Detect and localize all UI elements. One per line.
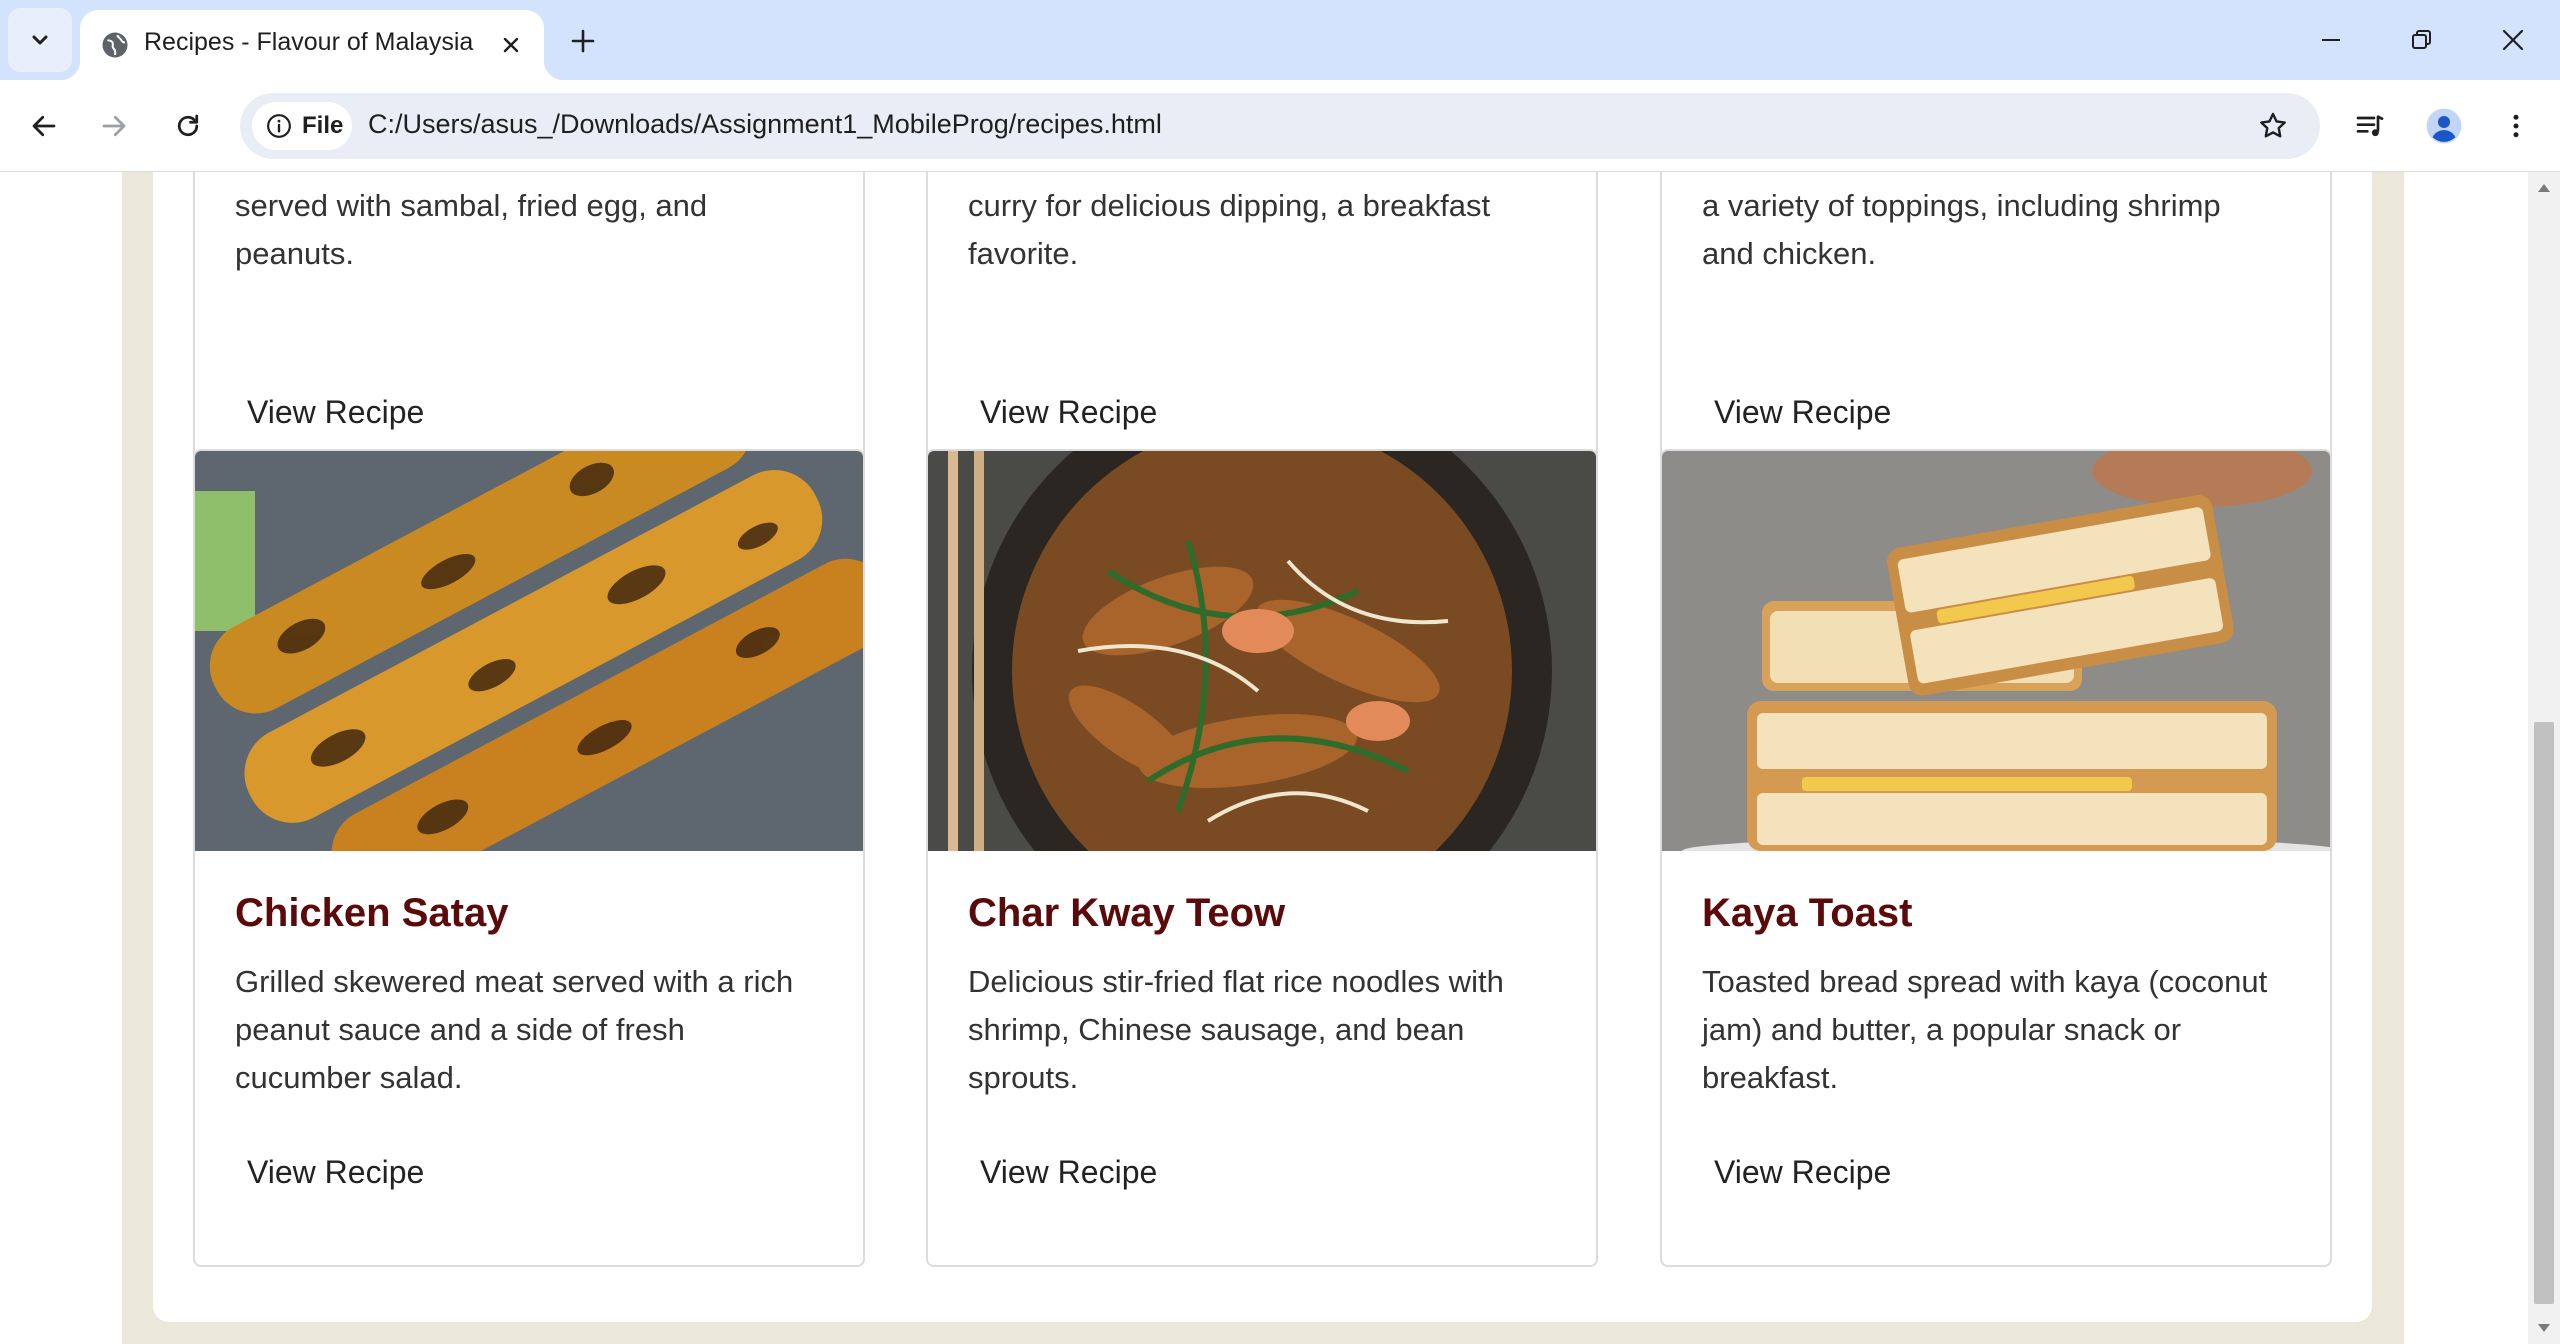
recipe-title: Kaya Toast bbox=[1702, 891, 1913, 935]
recipe-description: a variety of toppings, including shrimp … bbox=[1702, 188, 2221, 271]
back-arrow-icon bbox=[32, 115, 56, 137]
vertical-scrollbar[interactable] bbox=[2528, 172, 2560, 1344]
back-button[interactable] bbox=[18, 100, 70, 152]
active-tab[interactable]: Recipes - Flavour of Malaysia bbox=[60, 10, 564, 80]
recipe-description: curry for delicious dipping, a breakfast… bbox=[968, 188, 1491, 271]
recipe-card-char-kway-teow: Char Kway Teow Delicious stir-fried flat… bbox=[926, 449, 1598, 1267]
triangle-up-icon bbox=[2538, 184, 2550, 192]
page-viewport: served with sambal, fried egg, and peanu… bbox=[0, 172, 2528, 1344]
recipe-description: Delicious stir-fried flat rice noodles w… bbox=[968, 964, 1504, 1095]
forward-arrow-icon bbox=[102, 115, 126, 137]
view-recipe-button[interactable]: View Recipe bbox=[1688, 1144, 1917, 1201]
recipe-description: Toasted bread spread with kaya (coconut … bbox=[1702, 964, 2268, 1095]
char-kway-teow-photo bbox=[928, 451, 1596, 851]
scroll-down-arrow[interactable] bbox=[2536, 1320, 2552, 1336]
address-bar[interactable]: File C:/Users/asus_/Downloads/Assignment… bbox=[240, 93, 2320, 159]
tab-close-button[interactable] bbox=[492, 26, 530, 64]
globe-icon bbox=[102, 32, 128, 58]
tab-title: Recipes - Flavour of Malaysia bbox=[144, 28, 474, 56]
media-controls-button[interactable] bbox=[2344, 100, 2396, 152]
card-body: Kaya Toast Toasted bread spread with kay… bbox=[1702, 851, 2290, 1102]
reload-button[interactable] bbox=[162, 100, 214, 152]
star-icon bbox=[2260, 112, 2286, 138]
chicken-satay-photo bbox=[195, 451, 863, 851]
scroll-up-arrow[interactable] bbox=[2536, 180, 2552, 196]
playlist-music-icon bbox=[2356, 115, 2384, 137]
browser-toolbar: File C:/Users/asus_/Downloads/Assignment… bbox=[0, 80, 2560, 172]
view-recipe-button[interactable]: View Recipe bbox=[1688, 384, 1917, 441]
recipe-description: Grilled skewered meat served with a rich… bbox=[235, 964, 794, 1095]
kebab-menu-icon bbox=[2513, 114, 2519, 138]
minimize-icon bbox=[2322, 39, 2340, 41]
close-icon bbox=[503, 37, 519, 53]
triangle-down-icon bbox=[2538, 1324, 2550, 1332]
kaya-toast-photo bbox=[1662, 451, 2330, 851]
restore-button[interactable] bbox=[2386, 10, 2456, 70]
recipe-description: served with sambal, fried egg, and peanu… bbox=[235, 188, 708, 271]
recipe-card-chicken-satay: Chicken Satay Grilled skewered meat serv… bbox=[193, 449, 865, 1267]
recipe-title: Char Kway Teow bbox=[968, 891, 1286, 935]
profile-button[interactable] bbox=[2418, 100, 2470, 152]
forward-button[interactable] bbox=[88, 100, 140, 152]
recipe-title: Chicken Satay bbox=[235, 891, 509, 935]
menu-button[interactable] bbox=[2490, 100, 2542, 152]
info-icon bbox=[267, 114, 291, 138]
reload-icon bbox=[177, 114, 199, 137]
chevron-down-icon bbox=[32, 35, 48, 45]
url-text[interactable]: C:/Users/asus_/Downloads/Assignment1_Mob… bbox=[368, 109, 1162, 140]
view-recipe-button[interactable]: View Recipe bbox=[221, 1144, 450, 1201]
scrollbar-thumb[interactable] bbox=[2534, 722, 2554, 1304]
restore-icon bbox=[2412, 30, 2431, 49]
bookmark-button[interactable] bbox=[2250, 103, 2296, 149]
card-body: Char Kway Teow Delicious stir-fried flat… bbox=[968, 851, 1556, 1102]
site-info-chip[interactable]: File bbox=[252, 102, 352, 150]
tab-strip: Recipes - Flavour of Malaysia bbox=[0, 0, 2560, 80]
view-recipe-button[interactable]: View Recipe bbox=[954, 384, 1183, 441]
site-chip-label: File bbox=[302, 112, 344, 139]
view-recipe-button[interactable]: View Recipe bbox=[221, 384, 450, 441]
plus-icon bbox=[571, 29, 595, 53]
avatar-icon bbox=[2426, 108, 2462, 144]
view-recipe-button[interactable]: View Recipe bbox=[954, 1144, 1183, 1201]
close-icon bbox=[2502, 29, 2524, 51]
close-window-button[interactable] bbox=[2478, 10, 2548, 70]
new-tab-button[interactable] bbox=[562, 20, 604, 62]
card-body: Chicken Satay Grilled skewered meat serv… bbox=[235, 851, 823, 1102]
recipe-card-kaya-toast: Kaya Toast Toasted bread spread with kay… bbox=[1660, 449, 2332, 1267]
minimize-button[interactable] bbox=[2296, 10, 2366, 70]
